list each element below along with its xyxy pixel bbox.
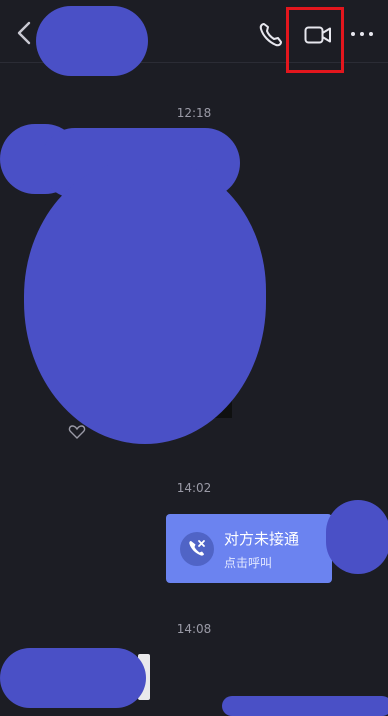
- call-action-text: 点击呼叫: [224, 556, 273, 570]
- message-redaction: [0, 648, 146, 708]
- more-horizontal-icon[interactable]: [350, 26, 374, 42]
- call-status-text: 对方未接通: [224, 530, 300, 548]
- call-record-bubble[interactable]: 对方未接通 点击呼叫: [166, 514, 332, 583]
- timestamp: 14:08: [176, 622, 212, 636]
- chat-header: [0, 0, 388, 76]
- timestamp: 12:18: [176, 106, 212, 120]
- timestamp: 14:02: [176, 481, 212, 495]
- video-camera-icon[interactable]: [304, 25, 332, 45]
- chevron-left-icon[interactable]: [14, 20, 34, 46]
- heart-icon[interactable]: [68, 424, 86, 440]
- contact-name-redaction: [36, 6, 148, 76]
- missed-call-icon: [180, 532, 214, 566]
- avatar-redaction: [326, 500, 388, 574]
- message-redaction: [222, 696, 388, 716]
- phone-icon[interactable]: [256, 20, 286, 50]
- image-message-redaction: [24, 160, 266, 444]
